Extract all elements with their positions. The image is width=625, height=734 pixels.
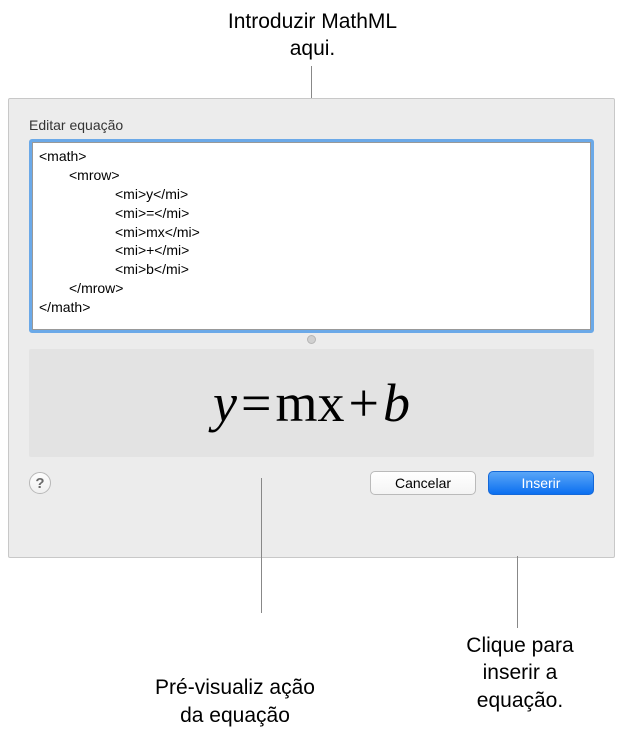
eq-op-equals: = [237,373,275,433]
insert-button[interactable]: Inserir [488,471,594,495]
help-icon: ? [35,475,44,492]
eq-var-mx: mx [275,373,344,433]
insert-button-label: Inserir [522,475,561,491]
equation-editor-dialog: Editar equação <math> <mrow><mi>y</mi><m… [8,98,615,558]
dialog-button-row: ? Cancelar Inserir [29,471,594,495]
eq-var-y: y [213,373,237,433]
eq-op-plus: + [344,373,382,433]
cancel-button[interactable]: Cancelar [370,471,476,495]
cancel-button-label: Cancelar [395,475,451,491]
mathml-input-wrapper: <math> <mrow><mi>y</mi><mi>=</mi><mi>mx<… [29,139,594,333]
callout-preview: Pré-visualiz ação da equação [155,674,315,729]
help-button[interactable]: ? [29,472,51,494]
equation-render: y=mx+b [213,372,410,434]
resize-dot-icon [307,335,316,344]
callout-line-preview [261,478,262,613]
dialog-title: Editar equação [29,117,594,133]
callout-intro-mathml: Introduzir MathML aqui. [213,8,413,63]
mathml-input[interactable]: <math> <mrow><mi>y</mi><mi>=</mi><mi>mx<… [32,142,591,330]
callout-insert: Clique para inserir a equação. [445,632,595,714]
equation-preview: y=mx+b [29,349,594,457]
callout-line-insert [517,556,518,628]
eq-var-b: b [383,373,410,433]
resize-handle[interactable] [302,335,322,343]
